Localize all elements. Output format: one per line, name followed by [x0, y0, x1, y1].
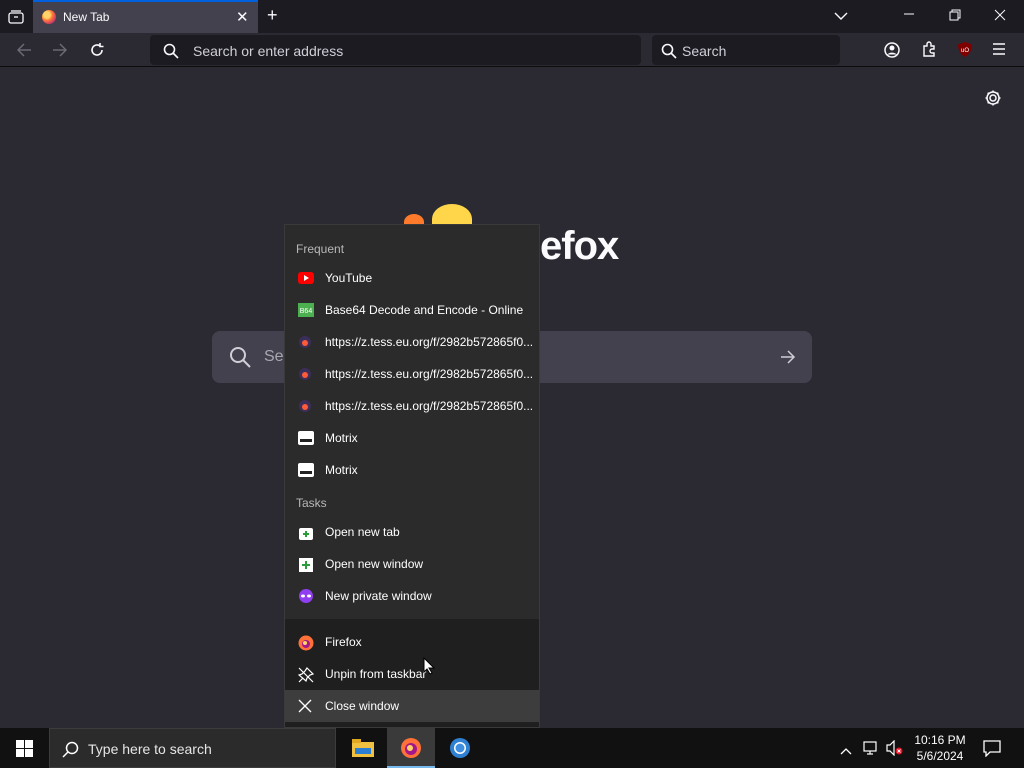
jump-item-label: https://z.tess.eu.org/f/2982b572865f0... — [325, 367, 534, 381]
mouse-cursor-icon — [423, 656, 436, 680]
new-tab-icon — [298, 525, 314, 540]
jump-item-label: Motrix — [325, 431, 358, 445]
jump-item-label: Unpin from taskbar — [325, 667, 427, 681]
notifications-icon[interactable] — [983, 740, 1001, 762]
youtube-icon — [298, 271, 314, 285]
search-icon — [661, 43, 677, 61]
navigation-toolbar: Search or enter address Search uO — [0, 33, 1024, 67]
taskbar-jump-list: Frequent YouTube B64 Base64 Decode and E… — [284, 224, 540, 728]
jump-item-tess-2[interactable]: https://z.tess.eu.org/f/2982b572865f0... — [285, 358, 539, 390]
firefox-icon — [400, 737, 422, 764]
clock-date: 5/6/2024 — [916, 749, 964, 763]
firefox-page-icon — [298, 399, 314, 413]
new-tab-plus-icon[interactable]: + — [267, 6, 278, 24]
search-placeholder: Search — [682, 43, 727, 59]
reload-icon[interactable] — [89, 42, 105, 60]
taskbar-clock[interactable]: 10:16 PM 5/6/2024 — [912, 732, 968, 764]
menu-hamburger-icon[interactable] — [992, 43, 1006, 57]
firefox-wordmark: efox — [540, 224, 619, 268]
new-window-icon — [298, 557, 314, 572]
jump-item-youtube[interactable]: YouTube — [285, 262, 539, 294]
jump-item-tess-1[interactable]: https://z.tess.eu.org/f/2982b572865f0... — [285, 326, 539, 358]
jump-item-label: Open new window — [325, 557, 424, 571]
motrix-icon — [298, 463, 314, 477]
jump-item-motrix-1[interactable]: Motrix — [285, 422, 539, 454]
search-icon — [229, 346, 251, 370]
file-explorer-icon — [352, 739, 374, 762]
chrome-icon — [449, 737, 471, 764]
jump-task-open-new-tab[interactable]: Open new tab — [285, 516, 539, 548]
jump-task-open-new-window[interactable]: Open new window — [285, 548, 539, 580]
firefox-icon — [42, 10, 56, 24]
taskbar-search-box[interactable]: Type here to search — [49, 728, 336, 768]
firefox-page-icon — [298, 367, 314, 381]
gear-icon[interactable] — [984, 89, 1002, 109]
tasks-header: Tasks — [296, 496, 327, 510]
restore-icon[interactable] — [949, 9, 961, 23]
jump-list-app-section: Firefox Unpin from taskbar Close window — [285, 619, 539, 727]
tab-new-tab[interactable]: New Tab ✕ — [33, 0, 258, 33]
svg-text:uO: uO — [961, 48, 969, 54]
frequent-header: Frequent — [296, 242, 345, 256]
base64-icon: B64 — [298, 303, 314, 317]
ublock-origin-icon[interactable]: uO — [957, 41, 973, 60]
extensions-icon[interactable] — [921, 41, 937, 59]
close-tab-icon[interactable]: ✕ — [236, 8, 249, 26]
search-icon — [62, 741, 79, 763]
private-window-icon — [298, 589, 314, 603]
jump-item-label: https://z.tess.eu.org/f/2982b572865f0... — [325, 335, 534, 349]
jump-item-label: Close window — [325, 699, 400, 713]
address-placeholder: Search or enter address — [193, 43, 344, 59]
search-icon — [163, 43, 179, 61]
motrix-icon — [298, 431, 314, 445]
tab-title: New Tab — [63, 10, 110, 24]
jump-item-label: https://z.tess.eu.org/f/2982b572865f0... — [325, 399, 534, 413]
jump-item-label: Open new tab — [325, 525, 400, 539]
taskbar-chrome[interactable] — [436, 728, 484, 768]
jump-app-unpin-from-taskbar[interactable]: Unpin from taskbar — [285, 658, 539, 690]
jump-item-base64[interactable]: B64 Base64 Decode and Encode - Online — [285, 294, 539, 326]
minimize-icon[interactable] — [903, 8, 915, 22]
jump-item-label: Firefox — [325, 635, 362, 649]
jump-item-label: Motrix — [325, 463, 358, 477]
windows-start-icon[interactable] — [16, 740, 33, 762]
clock-time: 10:16 PM — [914, 733, 966, 747]
title-bar: New Tab ✕ + — [0, 0, 1024, 33]
taskbar-firefox[interactable] — [387, 728, 435, 768]
network-icon[interactable] — [863, 740, 879, 761]
forward-icon[interactable] — [52, 43, 68, 59]
jump-app-firefox[interactable]: Firefox — [285, 626, 539, 658]
jump-item-label: New private window — [325, 589, 432, 603]
show-hidden-icons-chevron-icon[interactable] — [840, 742, 852, 760]
jump-item-motrix-2[interactable]: Motrix — [285, 454, 539, 486]
close-window-icon[interactable] — [994, 9, 1006, 23]
jump-app-close-window[interactable]: Close window — [285, 690, 539, 722]
windows-taskbar: Type here to search 10:16 PM 5/6/2024 — [0, 728, 1024, 768]
new-tab-search-placeholder: Se — [264, 348, 284, 365]
taskbar-search-placeholder: Type here to search — [88, 741, 212, 757]
jump-item-label: Base64 Decode and Encode - Online — [325, 303, 524, 317]
jump-item-tess-3[interactable]: https://z.tess.eu.org/f/2982b572865f0... — [285, 390, 539, 422]
arrow-right-icon[interactable] — [780, 349, 796, 367]
address-bar[interactable]: Search or enter address — [150, 35, 641, 65]
back-icon[interactable] — [16, 43, 32, 59]
svg-text:B64: B64 — [300, 308, 313, 315]
firefox-icon — [298, 635, 314, 651]
firefox-page-icon — [298, 335, 314, 349]
unpin-icon — [297, 667, 315, 683]
close-icon — [298, 699, 314, 713]
jump-task-new-private-window[interactable]: New private window — [285, 580, 539, 612]
taskbar-file-explorer[interactable] — [338, 728, 386, 768]
volume-muted-icon[interactable] — [886, 739, 904, 761]
jump-item-label: YouTube — [325, 271, 373, 285]
tab-list-icon[interactable] — [8, 10, 24, 26]
search-bar[interactable]: Search — [652, 35, 840, 65]
account-icon[interactable] — [884, 42, 900, 60]
list-all-tabs-chevron-icon[interactable] — [834, 9, 848, 23]
